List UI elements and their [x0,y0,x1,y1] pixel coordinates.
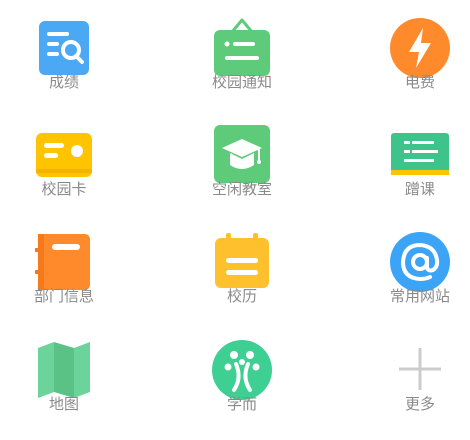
lightning-bolt-icon [390,18,450,78]
tile-audit-class[interactable]: 蹭课 [360,125,470,225]
tile-campus-card[interactable]: 校园卡 [4,125,124,225]
folded-map-icon [34,340,94,400]
tile-label: 蹭课 [404,180,435,198]
tile-label: 常用网站 [389,287,450,305]
notice-board-icon [212,18,272,78]
tile-label: 电费 [404,73,435,91]
tile-school-calendar[interactable]: 校历 [182,232,302,332]
tile-grades[interactable]: 成绩 [4,18,124,118]
tile-common-sites[interactable]: 常用网站 [360,232,470,332]
tile-label: 校园卡 [41,180,87,198]
tile-department-info[interactable]: 部门信息 [4,232,124,332]
function-grid: 成绩 校园通知 电费 校园卡 空闲教室 蹭课 部门信息 校历 常用网站 地图 学… [0,0,470,418]
campus-card-icon [34,125,94,185]
tile-label: 更多 [404,395,435,413]
grades-search-icon [34,18,94,78]
blackboard-icon [390,125,450,185]
tile-free-classroom[interactable]: 空闲教室 [182,125,302,225]
department-book-icon [34,232,94,292]
tile-label: 地图 [48,395,79,413]
at-sign-icon [390,232,450,292]
tile-xueer[interactable]: 学而 [182,340,302,440]
tile-label: 部门信息 [33,287,94,305]
tile-label: 校园通知 [211,73,272,91]
plus-icon [390,340,450,400]
tile-label: 成绩 [48,73,79,91]
tile-map[interactable]: 地图 [4,340,124,440]
tile-electricity[interactable]: 电费 [360,18,470,118]
tile-label: 学而 [226,395,257,413]
tile-label: 空闲教室 [211,180,272,198]
tile-more[interactable]: 更多 [360,340,470,440]
calendar-icon [212,232,272,292]
graduation-cap-icon [212,125,272,185]
tile-label: 校历 [226,287,257,305]
tile-campus-notice[interactable]: 校园通知 [182,18,302,118]
xueer-logo-icon [212,340,272,400]
